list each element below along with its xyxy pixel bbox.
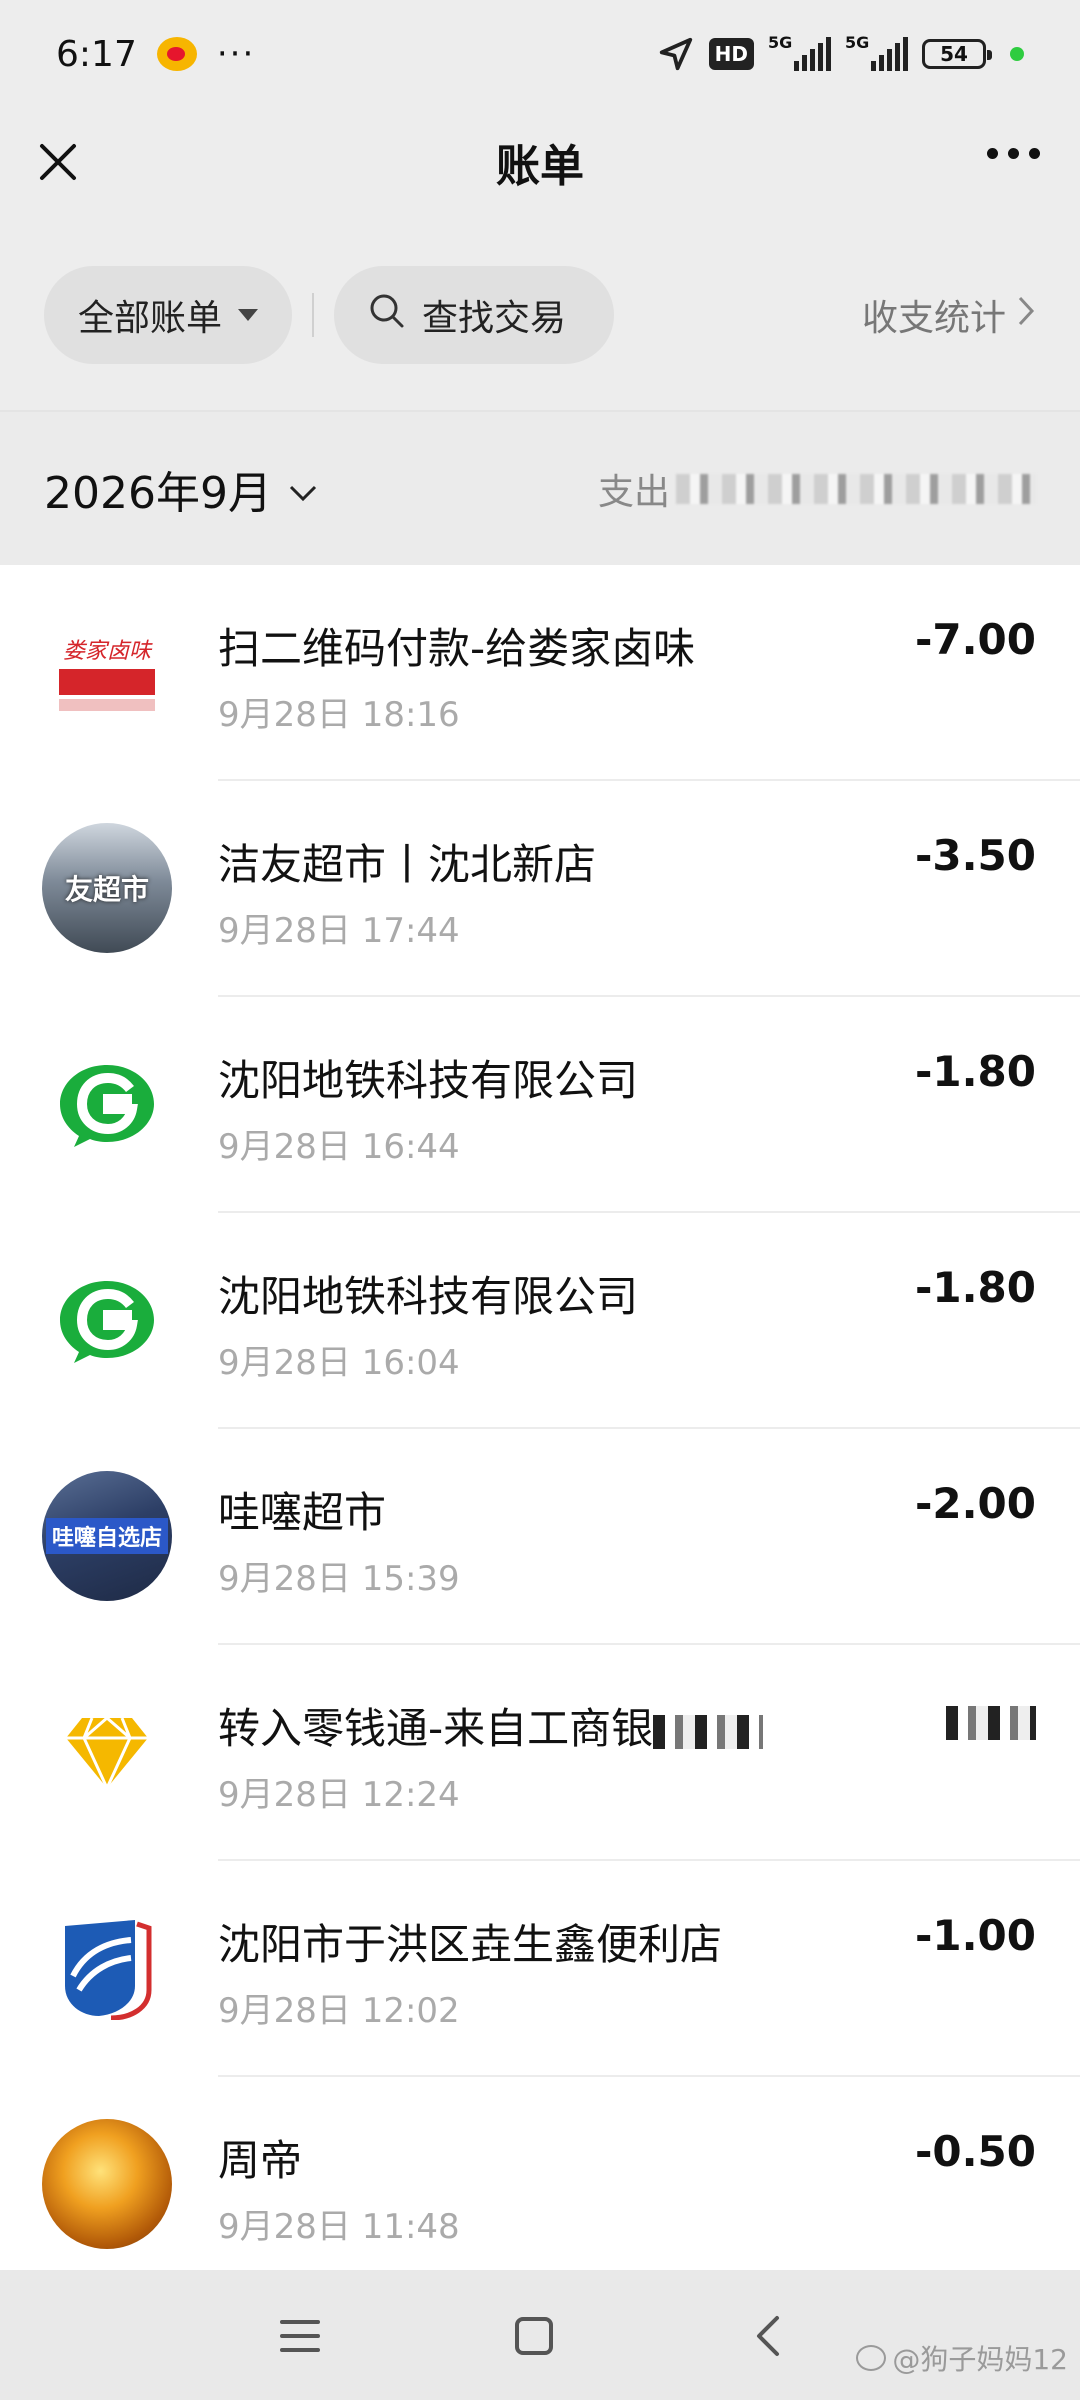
caret-down-icon [238,309,258,321]
transaction-name-text: 转入零钱通-来自工商银 [218,1704,654,1753]
month-selector[interactable]: 2026年9月 [44,457,318,521]
redacted-summary [676,473,1036,504]
network-type-label: 5G [845,33,870,52]
transaction-amount: -3.50 [914,831,1036,880]
transaction-row[interactable]: 沈阳市于洪区垚生鑫便利店 9月28日 12:02 -1.00 [0,1861,1080,2077]
watermark-text: @狗子妈妈12 [892,2343,1068,2376]
transaction-amount: -2.00 [914,1479,1036,1528]
income-expense-stats-link[interactable]: 收支统计 [862,289,1036,341]
transaction-amount: -1.80 [914,1263,1036,1312]
transaction-name: 洁友超市丨沈北新店 [218,840,597,889]
transaction-time: 9月28日 16:04 [218,1343,460,1383]
signal-strength-icon: 5G [845,33,908,71]
transaction-time: 9月28日 17:44 [218,911,460,951]
metro-logo-icon [42,1039,172,1169]
close-icon[interactable] [30,134,86,190]
back-icon[interactable] [738,2306,798,2366]
bank-swoosh-logo-icon [42,1903,172,2033]
transaction-row[interactable]: 友超市 洁友超市丨沈北新店 9月28日 17:44 -3.50 [0,781,1080,997]
transaction-name: 沈阳地铁科技有限公司 [218,1056,639,1105]
all-bills-label: 全部账单 [78,298,223,339]
all-bills-filter-button[interactable]: 全部账单 [44,266,292,364]
transaction-amount: -1.00 [914,1911,1036,1960]
transaction-time: 9月28日 11:48 [218,2207,460,2247]
chevron-right-icon [1016,294,1036,337]
transaction-row[interactable]: 转入零钱通-来自工商银 9月28日 12:24 [0,1645,1080,1861]
search-label: 查找交易 [422,298,567,339]
chevron-down-icon [288,463,318,514]
avatar-photo-text: 哇噻自选店 [45,1518,168,1554]
system-navigation-bar: @狗子妈妈12 [0,2270,1080,2400]
transaction-row[interactable]: 娄家卤味 扫二维码付款-给娄家卤味 9月28日 18:16 -7.00 [0,565,1080,781]
month-summary: 支出 [598,463,1036,515]
signal-strength-icon: 5G [768,33,831,71]
location-arrow-icon [657,35,695,73]
title-bar: 账单 [0,108,1080,216]
status-time: 6:17 [56,33,137,75]
transaction-time: 9月28日 15:39 [218,1559,460,1599]
merchant-avatar-photo: 友超市 [42,823,172,953]
divider [312,293,314,337]
transaction-name: 沈阳市于洪区垚生鑫便利店 [218,1920,723,1969]
transaction-name: 转入零钱通-来自工商银 [218,1695,764,1756]
summary-prefix: 支出 [597,471,670,513]
transaction-row[interactable]: 沈阳地铁科技有限公司 9月28日 16:04 -1.80 [0,1213,1080,1429]
merchant-logo: 娄家卤味 [42,607,172,737]
hd-voice-icon: HD [708,38,754,70]
transaction-amount: -1.80 [914,1047,1036,1096]
home-icon[interactable] [504,2306,564,2366]
transaction-amount [946,1695,1036,1744]
transaction-row[interactable]: 哇噻自选店 哇噻超市 9月28日 15:39 -2.00 [0,1429,1080,1645]
diamond-icon [42,1687,172,1817]
redacted-text [653,1714,764,1749]
transaction-name: 扫二维码付款-给娄家卤味 [218,624,696,673]
watermark: @狗子妈妈12 [856,2338,1068,2378]
battery-icon: 54 [922,39,992,69]
battery-level: 54 [940,42,968,66]
transaction-amount: -7.00 [914,615,1036,664]
search-icon [368,292,406,339]
page-title: 账单 [496,141,584,192]
more-options-icon[interactable] [987,148,1040,159]
month-header: 2026年9月 支出 [0,410,1080,565]
transaction-time: 9月28日 18:16 [218,695,460,735]
privacy-indicator-dot [1010,47,1024,61]
network-type-label: 5G [768,33,793,52]
transaction-name: 周帝 [218,2136,303,2185]
merchant-avatar-photo: 哇噻自选店 [42,1471,172,1601]
weibo-watermark-icon [856,2345,887,2371]
transaction-name: 哇噻超市 [218,1488,387,1537]
filter-row: 全部账单 查找交易 收支统计 [0,266,1080,364]
transaction-time: 9月28日 16:44 [218,1127,460,1167]
transaction-time: 9月28日 12:24 [218,1775,460,1815]
recent-apps-icon[interactable] [270,2306,330,2366]
transaction-name: 沈阳地铁科技有限公司 [218,1272,639,1321]
weibo-notification-icon [156,37,197,71]
user-avatar-photo [42,2119,172,2249]
transaction-row[interactable]: 沈阳地铁科技有限公司 9月28日 16:44 -1.80 [0,997,1080,1213]
transaction-time: 9月28日 12:02 [218,1991,460,2031]
avatar-photo-text: 友超市 [64,873,149,906]
metro-logo-icon [42,1255,172,1385]
status-bar: 6:17 ··· HD 5G 5G 54 [0,0,1080,108]
transaction-amount: -0.50 [914,2127,1036,2176]
redacted-amount [946,1705,1036,1740]
transaction-row[interactable]: 周帝 9月28日 11:48 -0.50 [0,2077,1080,2270]
month-label: 2026年9月 [44,467,272,519]
search-transactions-button[interactable]: 查找交易 [334,266,614,364]
transaction-list: 娄家卤味 扫二维码付款-给娄家卤味 9月28日 18:16 -7.00 友超市 … [0,565,1080,2270]
more-notifications-icon: ··· [216,34,256,74]
stats-label: 收支统计 [861,298,1006,339]
